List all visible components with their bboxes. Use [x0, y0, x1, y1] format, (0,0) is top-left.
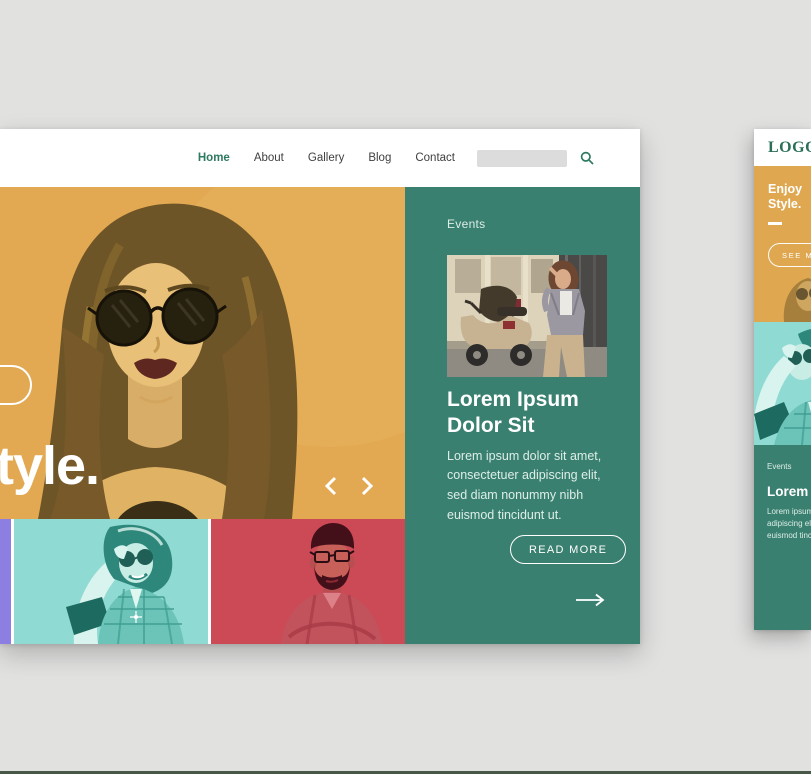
search-area: [477, 150, 594, 167]
mobile-header: LOGO: [754, 129, 811, 166]
nav-item-contact[interactable]: Contact: [415, 152, 455, 164]
mobile-event-title: Lorem Ipsum: [767, 484, 811, 499]
gallery-tile-teal[interactable]: [14, 519, 208, 644]
arrow-right-icon: [575, 593, 605, 607]
gallery-tiles: [0, 519, 405, 644]
mobile-hero-photo-hint: [754, 270, 811, 322]
event-body-text: Lorem ipsum dolor sit amet, consectetuer…: [447, 447, 622, 526]
headline-underline: [768, 222, 782, 225]
mobile-inner: LOGO Enjoy Style. SEE MORE: [754, 129, 811, 630]
mobile-body-line: adipiscing elit, sed diam: [767, 518, 811, 530]
carousel-next-button[interactable]: [361, 476, 374, 496]
mobile-events-section: Events Lorem Ipsum Lorem ipsum dolor sit…: [754, 445, 811, 630]
gallery-tile-purple[interactable]: [0, 519, 11, 644]
red-photo-man: [211, 519, 405, 644]
nav-item-blog[interactable]: Blog: [368, 152, 391, 164]
mobile-logo[interactable]: LOGO: [768, 139, 811, 157]
carousel-prev-button[interactable]: [324, 476, 337, 496]
chevron-right-icon: [361, 476, 374, 496]
mobile-teal-photo: [754, 322, 811, 445]
teal-photo-woman-mobile: [754, 322, 811, 445]
mobile-body-line: euismod tincidunt ut.: [767, 530, 811, 542]
event-title: Lorem Ipsum Dolor Sit: [447, 387, 619, 439]
chevron-left-icon: [324, 476, 337, 496]
events-section-label: Events: [447, 217, 607, 231]
mobile-hero: Enjoy Style. SEE MORE: [754, 166, 811, 322]
desktop-header: Home About Gallery Blog Contact: [0, 129, 640, 187]
hero-slide: tyle.: [0, 187, 405, 519]
mobile-headline-line2: Style.: [768, 197, 811, 212]
search-icon: [580, 151, 594, 165]
nav-item-about[interactable]: About: [254, 152, 284, 164]
design-canvas: { "canvas": { "background": "#e1e1e0", "…: [0, 0, 811, 774]
main-nav: Home About Gallery Blog Contact: [198, 152, 455, 164]
mobile-see-more-button[interactable]: SEE MORE: [768, 243, 811, 267]
next-event-button[interactable]: [575, 593, 605, 607]
street-photo-woman-scooter: [447, 255, 607, 377]
desktop-mockup-card: Home About Gallery Blog Contact: [0, 129, 640, 644]
mobile-headline-line1: Enjoy: [768, 182, 811, 197]
mobile-events-label: Events: [767, 462, 811, 471]
event-photo: [447, 255, 607, 377]
teal-photo-woman: [14, 519, 208, 644]
events-sidebar: Events: [405, 187, 640, 644]
read-more-button[interactable]: READ MORE: [510, 535, 626, 564]
mobile-body-line: Lorem ipsum dolor sit amet,: [767, 506, 811, 518]
mobile-mockup-card: LOGO Enjoy Style. SEE MORE: [754, 129, 811, 630]
mobile-event-body: Lorem ipsum dolor sit amet, adipiscing e…: [767, 506, 811, 542]
nav-item-home[interactable]: Home: [198, 152, 230, 164]
hero-column: tyle.: [0, 187, 405, 644]
hero-headline: tyle.: [0, 439, 99, 493]
nav-item-gallery[interactable]: Gallery: [308, 152, 344, 164]
desktop-body: tyle.: [0, 187, 640, 644]
gallery-tile-red[interactable]: [211, 519, 405, 644]
search-input[interactable]: [477, 150, 567, 167]
search-button[interactable]: [580, 151, 594, 165]
